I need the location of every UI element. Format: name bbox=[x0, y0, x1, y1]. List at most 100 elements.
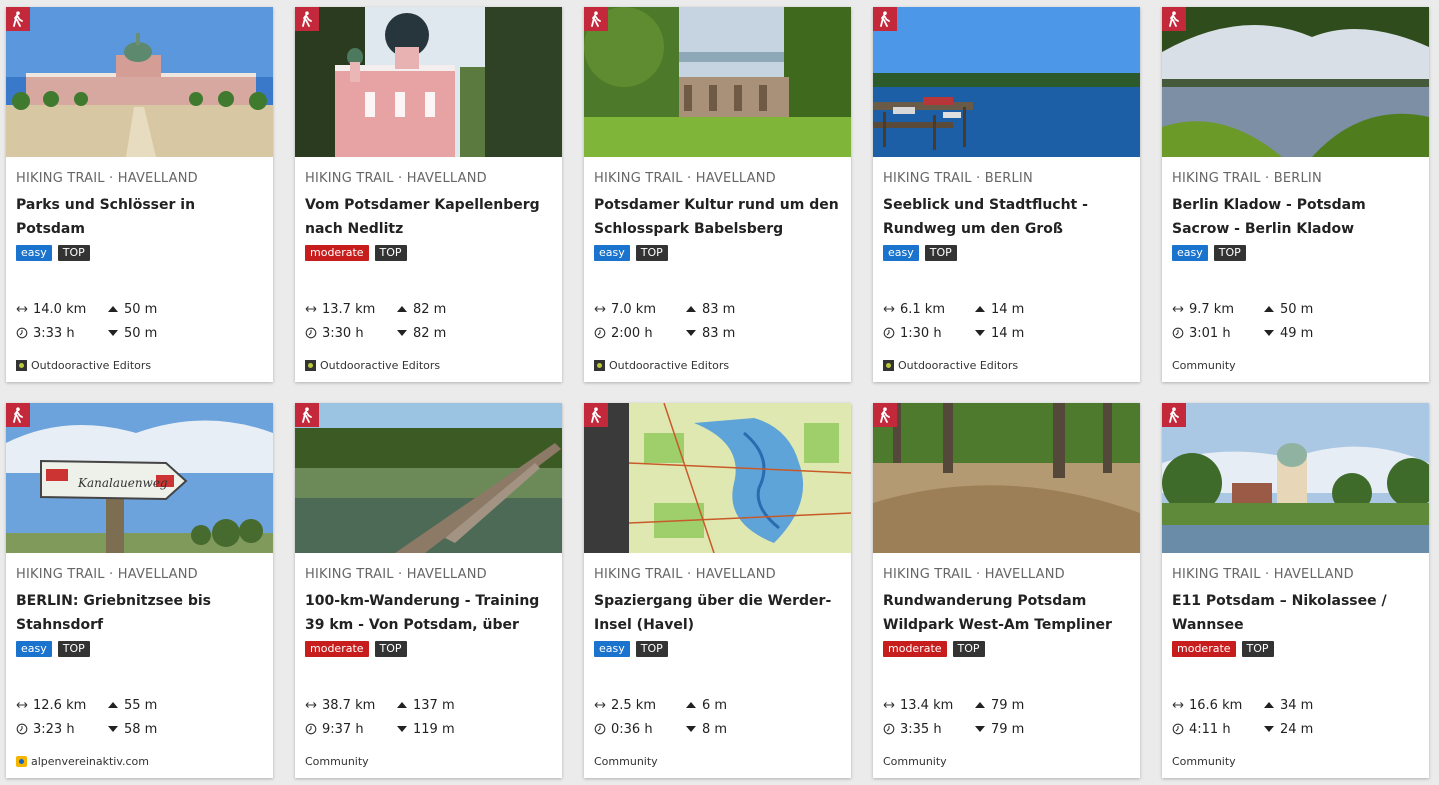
duration-value: 3:30 h bbox=[322, 325, 364, 341]
tour-author[interactable]: Community bbox=[883, 755, 947, 768]
clock-icon bbox=[1172, 723, 1184, 735]
ascent-triangle-icon bbox=[108, 702, 118, 708]
tour-author[interactable]: Outdooractive Editors bbox=[594, 359, 729, 372]
duration-value: 3:35 h bbox=[900, 721, 942, 737]
tour-image-lake-trees[interactable] bbox=[1162, 7, 1429, 157]
tour-image-lake-log[interactable] bbox=[295, 403, 562, 553]
top-badge: TOP bbox=[1241, 641, 1274, 657]
tour-title[interactable]: 100-km-Wanderung - Training 39 km - Von … bbox=[305, 589, 552, 637]
clock-icon bbox=[16, 723, 28, 735]
descent-triangle-icon bbox=[975, 330, 985, 336]
descent-value: 58 m bbox=[124, 721, 158, 737]
tour-title[interactable]: E11 Potsdam – Nikolassee / Wannsee bbox=[1172, 589, 1419, 637]
tour-image-forest[interactable] bbox=[873, 403, 1140, 553]
tour-card[interactable]: HIKING TRAIL · BERLIN Seeblick und Stadt… bbox=[873, 7, 1140, 382]
tour-image-park[interactable] bbox=[584, 7, 851, 157]
distance-value: 14.0 km bbox=[33, 301, 87, 317]
ascent-triangle-icon bbox=[686, 702, 696, 708]
distance-arrows-icon bbox=[16, 306, 28, 312]
tour-stats: 12.6 km 55 m 3:23 h 58 m bbox=[16, 693, 263, 741]
tour-author[interactable]: alpenvereinaktiv.com bbox=[16, 755, 149, 768]
hiking-icon bbox=[6, 403, 30, 427]
top-badge: TOP bbox=[374, 245, 407, 261]
tour-author[interactable]: Community bbox=[1172, 359, 1236, 372]
hiking-icon bbox=[584, 7, 608, 31]
tour-author[interactable]: Community bbox=[1172, 755, 1236, 768]
tour-image-sign[interactable]: Kanalauenweg bbox=[6, 403, 273, 553]
clock-icon bbox=[883, 327, 895, 339]
tour-card[interactable]: HIKING TRAIL · HAVELLAND Potsdamer Kultu… bbox=[584, 7, 851, 382]
tour-card[interactable]: HIKING TRAIL · HAVELLAND E11 Potsdam – N… bbox=[1162, 403, 1429, 778]
tour-author[interactable]: Community bbox=[594, 755, 658, 768]
tour-card[interactable]: HIKING TRAIL · HAVELLAND Spaziergang übe… bbox=[584, 403, 851, 778]
duration-value: 3:33 h bbox=[33, 325, 75, 341]
tour-author[interactable]: Outdooractive Editors bbox=[883, 359, 1018, 372]
descent-triangle-icon bbox=[108, 726, 118, 732]
tour-title[interactable]: BERLIN: Griebnitzsee bis Stahnsdorf bbox=[16, 589, 263, 637]
tour-card[interactable]: HIKING TRAIL · HAVELLAND Rundwanderung P… bbox=[873, 403, 1140, 778]
author-name: Community bbox=[883, 755, 947, 768]
difficulty-badge: easy bbox=[883, 245, 919, 261]
descent-value: 79 m bbox=[991, 721, 1025, 737]
descent-value: 24 m bbox=[1280, 721, 1314, 737]
tour-title[interactable]: Spaziergang über die Werder-Insel (Havel… bbox=[594, 589, 841, 637]
ascent-triangle-icon bbox=[686, 306, 696, 312]
tour-category: HIKING TRAIL · HAVELLAND bbox=[16, 171, 198, 186]
tour-card[interactable]: HIKING TRAIL · HAVELLAND 100-km-Wanderun… bbox=[295, 403, 562, 778]
tour-image-lake-boats[interactable] bbox=[873, 7, 1140, 157]
tour-category: HIKING TRAIL · HAVELLAND bbox=[594, 567, 776, 582]
ascent-value: 82 m bbox=[413, 301, 447, 317]
tour-card[interactable]: Kanalauenweg HIKING TRAIL · HAVELLAND BE… bbox=[6, 403, 273, 778]
clock-icon bbox=[305, 327, 317, 339]
tour-title[interactable]: Rundwanderung Potsdam Wildpark West-Am T… bbox=[883, 589, 1130, 637]
tour-title[interactable]: Berlin Kladow - Potsdam Sacrow - Berlin … bbox=[1172, 193, 1419, 241]
tour-category: HIKING TRAIL · HAVELLAND bbox=[883, 567, 1065, 582]
duration-value: 4:11 h bbox=[1189, 721, 1231, 737]
tour-title[interactable]: Potsdamer Kultur rund um den Schlosspark… bbox=[594, 193, 841, 241]
top-badge: TOP bbox=[635, 245, 668, 261]
author-name: Community bbox=[1172, 755, 1236, 768]
tour-image-church[interactable] bbox=[295, 7, 562, 157]
duration-value: 2:00 h bbox=[611, 325, 653, 341]
tour-author[interactable]: Outdooractive Editors bbox=[305, 359, 440, 372]
tour-author[interactable]: Community bbox=[305, 755, 369, 768]
distance-value: 9.7 km bbox=[1189, 301, 1234, 317]
top-badge: TOP bbox=[57, 641, 90, 657]
author-name: Outdooractive Editors bbox=[320, 359, 441, 372]
descent-triangle-icon bbox=[397, 330, 407, 336]
tour-category: HIKING TRAIL · BERLIN bbox=[1172, 171, 1322, 186]
ascent-triangle-icon bbox=[397, 306, 407, 312]
top-badge: TOP bbox=[952, 641, 985, 657]
author-name: Community bbox=[594, 755, 658, 768]
difficulty-badge: moderate bbox=[305, 245, 369, 261]
tour-title[interactable]: Parks und Schlösser in Potsdam bbox=[16, 193, 263, 241]
tour-card[interactable]: HIKING TRAIL · HAVELLAND Parks und Schlö… bbox=[6, 7, 273, 382]
hiking-icon bbox=[1162, 403, 1186, 427]
tour-title[interactable]: Vom Potsdamer Kapellenberg nach Nedlitz bbox=[305, 193, 552, 241]
distance-arrows-icon bbox=[1172, 702, 1184, 708]
distance-arrows-icon bbox=[594, 306, 606, 312]
author-name: alpenvereinaktiv.com bbox=[31, 755, 149, 768]
duration-value: 3:23 h bbox=[33, 721, 75, 737]
descent-value: 50 m bbox=[124, 325, 158, 341]
tour-title[interactable]: Seeblick und Stadtflucht - Rundweg um de… bbox=[883, 193, 1130, 241]
tour-stats: 7.0 km 83 m 2:00 h 83 m bbox=[594, 297, 841, 345]
ascent-triangle-icon bbox=[1264, 306, 1274, 312]
hiking-icon bbox=[873, 403, 897, 427]
tour-card[interactable]: HIKING TRAIL · BERLIN Berlin Kladow - Po… bbox=[1162, 7, 1429, 382]
tour-author[interactable]: Outdooractive Editors bbox=[16, 359, 151, 372]
top-badge: TOP bbox=[1213, 245, 1246, 261]
ascent-value: 55 m bbox=[124, 697, 158, 713]
tour-image-map[interactable] bbox=[584, 403, 851, 553]
difficulty-badge: easy bbox=[594, 245, 630, 261]
tour-stats: 6.1 km 14 m 1:30 h 14 m bbox=[883, 297, 1130, 345]
author-name: Community bbox=[1172, 359, 1236, 372]
difficulty-badge: easy bbox=[1172, 245, 1208, 261]
tour-image-dome[interactable] bbox=[1162, 403, 1429, 553]
tour-card[interactable]: HIKING TRAIL · HAVELLAND Vom Potsdamer K… bbox=[295, 7, 562, 382]
difficulty-badge: easy bbox=[16, 245, 52, 261]
ascent-value: 50 m bbox=[124, 301, 158, 317]
author-name: Outdooractive Editors bbox=[898, 359, 1019, 372]
distance-arrows-icon bbox=[16, 702, 28, 708]
tour-image-palace[interactable] bbox=[6, 7, 273, 157]
